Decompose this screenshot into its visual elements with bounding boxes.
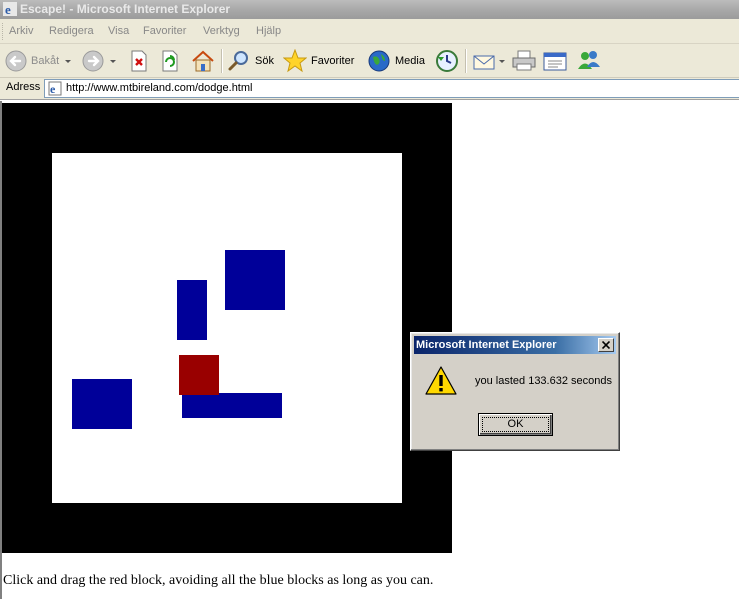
forward-arrow-icon: [82, 50, 104, 72]
mail-button[interactable]: [472, 47, 505, 75]
menu-hjalp[interactable]: Hjälp: [253, 19, 284, 44]
stop-icon: [131, 50, 147, 72]
blue-block: [225, 250, 285, 310]
alert-dialog: Microsoft Internet Explorer you lasted 1…: [410, 332, 620, 451]
address-bar: Adress e http://www.mtbireland.com/dodge…: [0, 78, 739, 100]
dialog-close-button[interactable]: [598, 338, 614, 352]
search-magnifier-icon: [228, 51, 248, 71]
back-button[interactable]: Bakåt: [5, 47, 72, 75]
page-ie-icon: e: [48, 81, 62, 96]
edit-button[interactable]: [543, 47, 569, 75]
game-frame: [2, 103, 452, 553]
printer-icon: [512, 50, 536, 71]
history-button[interactable]: [435, 47, 459, 75]
blue-block: [72, 379, 132, 429]
back-label: Bakåt: [31, 55, 60, 67]
media-globe-icon: [368, 50, 390, 72]
forward-dropdown-icon[interactable]: [110, 59, 116, 63]
page-content: Click and drag the red block, avoiding a…: [0, 101, 739, 599]
print-button[interactable]: [511, 47, 537, 75]
back-dropdown-icon[interactable]: [65, 59, 72, 63]
window-title: Escape! - Microsoft Internet Explorer: [20, 2, 231, 16]
blue-block: [182, 393, 282, 418]
refresh-icon: [162, 50, 178, 72]
warning-icon: [425, 366, 457, 395]
toolbar-separator: [465, 49, 467, 73]
menu-bar: Arkiv Redigera Visa Favoriter Verktyg Hj…: [0, 19, 739, 44]
media-label: Media: [395, 55, 425, 67]
stop-button[interactable]: [129, 47, 149, 75]
mail-dropdown-icon[interactable]: [499, 59, 505, 63]
address-input[interactable]: e http://www.mtbireland.com/dodge.html: [44, 79, 739, 98]
svg-text:e: e: [5, 2, 11, 16]
ie-logo-icon: e: [3, 2, 17, 16]
search-button[interactable]: Sök: [227, 47, 274, 75]
dialog-title: Microsoft Internet Explorer: [416, 339, 557, 351]
menu-redigera[interactable]: Redigera: [46, 19, 97, 44]
favorites-button[interactable]: Favoriter: [283, 47, 354, 75]
close-icon: [602, 341, 610, 349]
dialog-message: you lasted 133.632 seconds: [475, 375, 612, 387]
edit-icon: [543, 52, 567, 71]
media-button[interactable]: Media: [367, 47, 425, 75]
ok-focus-rect: [482, 417, 549, 432]
title-bar[interactable]: e Escape! - Microsoft Internet Explorer: [0, 0, 739, 19]
home-icon: [192, 50, 214, 72]
messenger-button[interactable]: [576, 47, 602, 75]
blue-block: [177, 280, 207, 340]
home-button[interactable]: [191, 47, 215, 75]
ok-button[interactable]: OK: [478, 413, 553, 436]
mail-envelope-icon: [473, 55, 495, 70]
messenger-icon: [578, 51, 600, 69]
svg-text:e: e: [50, 82, 56, 96]
address-label: Adress: [6, 81, 41, 93]
forward-button[interactable]: [82, 47, 116, 75]
menu-verktyg[interactable]: Verktyg: [200, 19, 243, 44]
menu-visa[interactable]: Visa: [105, 19, 132, 44]
game-instructions: Click and drag the red block, avoiding a…: [3, 573, 434, 588]
menu-favoriter[interactable]: Favoriter: [140, 19, 189, 44]
search-label: Sök: [255, 55, 274, 67]
address-url: http://www.mtbireland.com/dodge.html: [66, 82, 253, 94]
red-player-block[interactable]: [179, 355, 219, 395]
back-arrow-icon: [5, 50, 27, 72]
menu-arkiv[interactable]: Arkiv: [6, 19, 36, 44]
favorites-star-icon: [283, 49, 307, 73]
game-field: [52, 153, 402, 503]
browser-window: e Escape! - Microsoft Internet Explorer …: [0, 0, 739, 599]
standard-toolbar: Bakåt Sök Favoriter Media: [0, 44, 739, 78]
toolbar-separator: [221, 49, 223, 73]
dialog-title-bar[interactable]: Microsoft Internet Explorer: [414, 336, 616, 354]
history-icon: [436, 50, 458, 72]
favorites-label: Favoriter: [311, 55, 355, 67]
refresh-button[interactable]: [160, 47, 180, 75]
